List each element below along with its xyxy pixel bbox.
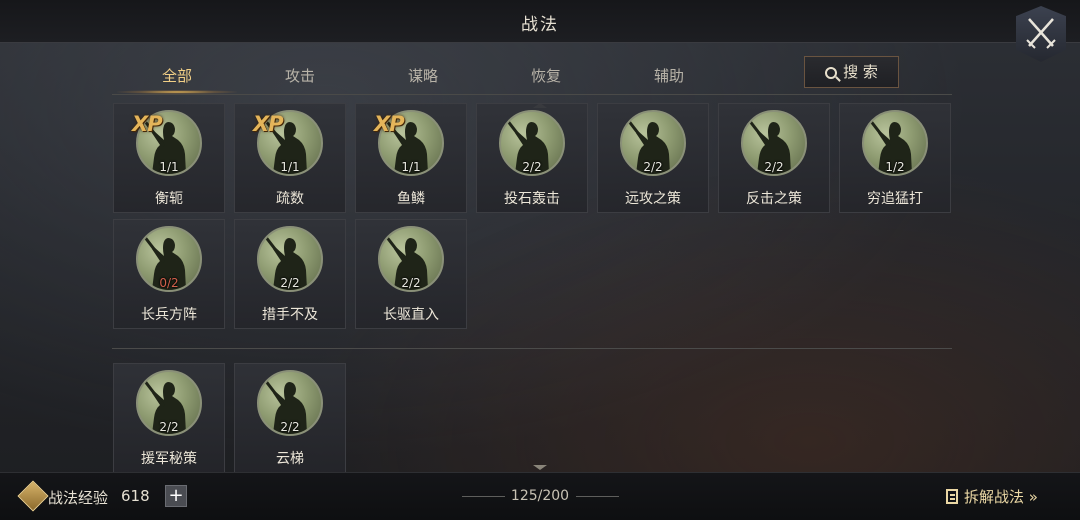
tactic-exp-icon [17,480,49,512]
search-label: 搜 索 [843,63,878,81]
tactic-count: 2/2 [764,160,784,174]
tactic-card[interactable]: XP 1/1 疏数 [234,103,346,213]
tactic-count: 2/2 [280,420,300,434]
tactic-name: 穷追猛打 [867,191,923,207]
pager-line-right [576,496,619,497]
tactic-count: 2/2 [159,420,179,434]
tab-recovery[interactable]: 恢复 [491,65,601,86]
add-exp-button[interactable]: + [165,485,187,507]
active-tab-indicator [117,90,237,94]
tactic-name: 疏数 [276,191,304,207]
section-divider [112,348,952,349]
tactic-count: 0/2 [159,276,179,290]
tactic-count: 1/1 [401,160,421,174]
tactic-name: 投石轰击 [504,191,560,207]
tactic-count: 2/2 [522,160,542,174]
tactic-name: 反击之策 [746,191,802,207]
tactic-count: 1/2 [885,160,905,174]
tactic-count: 2/2 [643,160,663,174]
tactic-name: 措手不及 [262,307,318,323]
search-button[interactable]: 搜 索 [804,56,899,88]
tactic-name: 衡轭 [155,191,183,207]
tab-support[interactable]: 辅助 [614,65,724,86]
tactic-card[interactable]: 2/2 投石轰击 [476,103,588,213]
tactic-card[interactable]: 2/2 反击之策 [718,103,830,213]
tactic-exp-label: 战法经验 [48,489,109,507]
dismantle-tactics-button[interactable]: 拆解战法 » [946,486,1038,507]
dismantle-label: 拆解战法 » [964,488,1038,506]
document-icon [946,489,958,504]
tactic-card[interactable]: 2/2 措手不及 [234,219,346,329]
tactic-name: 云梯 [276,451,304,467]
scroll-down-icon [533,465,547,470]
tactic-name: 长驱直入 [383,307,439,323]
tactic-card[interactable]: 1/2 穷追猛打 [839,103,951,213]
tactic-card[interactable]: 0/2 长兵方阵 [113,219,225,329]
xp-badge: XP [253,112,284,136]
xp-badge: XP [132,112,163,136]
tactic-card[interactable]: 2/2 远攻之策 [597,103,709,213]
tactic-count: 2/2 [401,276,421,290]
page-title: 战法 [521,15,559,35]
bottom-bar: 战法经验 618 + 125/200 拆解战法 » [0,472,1080,520]
tab-all[interactable]: 全部 [122,65,232,86]
tactic-card[interactable]: XP 1/1 鱼鳞 [355,103,467,213]
top-bar: 战法 [0,0,1080,43]
xp-badge: XP [374,112,405,136]
tactic-card[interactable]: XP 1/1 衡轭 [113,103,225,213]
tactic-count: 1/1 [280,160,300,174]
tactic-name: 鱼鳞 [397,191,425,207]
tactic-exp-value: 618 [121,487,150,505]
crossed-swords-icon [1026,18,1056,49]
search-icon [825,67,838,79]
tab-attack[interactable]: 攻击 [245,65,355,86]
tab-strategy[interactable]: 谋略 [368,65,478,86]
close-button[interactable] [1016,6,1066,62]
tactic-card[interactable]: 2/2 长驱直入 [355,219,467,329]
tactic-card[interactable]: 2/2 援军秘策 [113,363,225,473]
tactic-card[interactable]: 2/2 云梯 [234,363,346,473]
tactic-count: 1/1 [159,160,179,174]
tactic-name: 远攻之策 [625,191,681,207]
tactic-count: 2/2 [280,276,300,290]
tactic-name: 援军秘策 [141,451,197,467]
tactic-name: 长兵方阵 [141,307,197,323]
